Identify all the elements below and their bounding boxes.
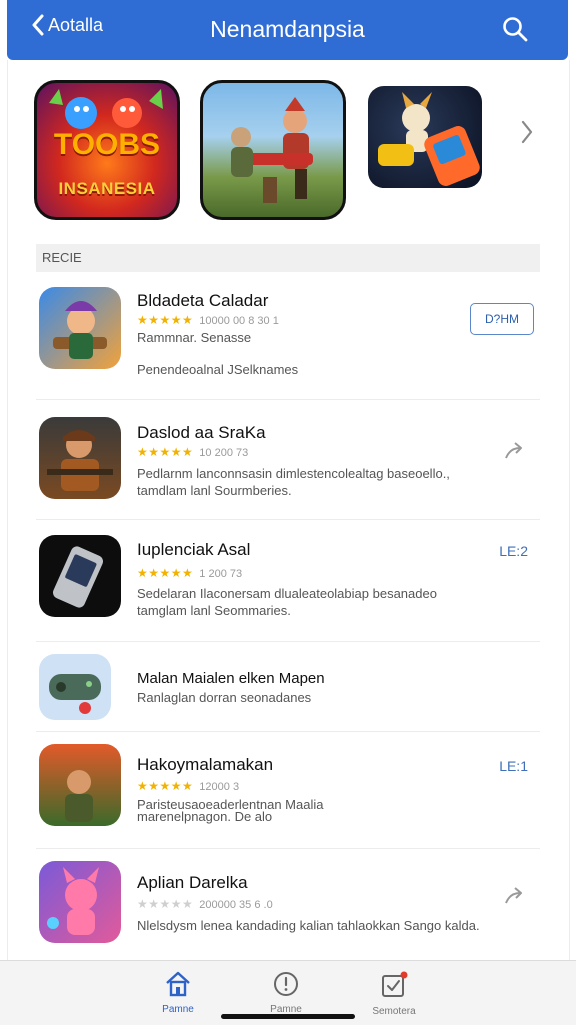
app-row[interactable]: Iuplenciak Asal ★★★★★ 1 200 73 Sedelaran … <box>36 520 540 642</box>
featured-title-1: TOOBS <box>53 128 161 161</box>
home-icon <box>166 971 190 997</box>
app-row[interactable]: Daslod aa SraKa ★★★★★ 10 200 73 Pedlarnm … <box>36 400 540 520</box>
app-icon <box>39 417 121 499</box>
app-description: Rammnar. Senasse <box>137 330 252 345</box>
tab-home-label: Pamne <box>162 1004 194 1015</box>
tab-notifications-label: Semotera <box>372 1006 416 1017</box>
app-icon <box>39 654 111 720</box>
app-name: Bldadeta Caladar <box>137 291 269 310</box>
share-button[interactable] <box>504 440 526 465</box>
app-name: Daslod aa SraKa <box>137 423 266 442</box>
app-row[interactable]: Hakoymalamakan ★★★★★ 12000 3 Paristeusaoe… <box>36 732 540 849</box>
app-description-secondary: tamglam lanl Seommaries. <box>137 603 291 618</box>
share-button[interactable] <box>504 885 526 910</box>
app-icon <box>39 535 121 617</box>
search-icon <box>503 17 528 42</box>
notification-dot <box>400 971 408 979</box>
app-description: Nlelsdysm lenea kandading kalian tahlaok… <box>137 918 480 933</box>
app-icon <box>39 744 121 826</box>
carousel-next-button[interactable] <box>519 118 535 151</box>
download-button[interactable]: D?HM <box>470 303 534 335</box>
rating-meta: 1 200 73 <box>199 568 243 580</box>
rating-meta: 10000 00 8 30 1 <box>199 315 279 327</box>
rating-stars: ★★★★★ 12000 3 <box>137 779 240 793</box>
chevron-right-icon <box>521 120 533 144</box>
shooter-game-art <box>231 97 313 203</box>
rating-stars: ★★★★★ 1 200 73 <box>137 566 243 580</box>
section-header: RECIE <box>36 244 540 272</box>
app-row[interactable]: Malan Maialen elken Mapen Ranlaglan dorr… <box>36 642 540 732</box>
gamepad-icon <box>49 674 101 714</box>
app-icon <box>39 287 121 369</box>
app-row[interactable]: Aplian Darelka ★★★★★ 200000 35 6 .0 Nlels… <box>36 849 540 955</box>
app-description: Pedlarnm lanconnsasin dimlestencolealtag… <box>137 466 450 481</box>
tab-home[interactable]: Pamne <box>138 971 218 1015</box>
rating-meta: 200000 35 6 .0 <box>199 899 273 911</box>
app-description: Ranlaglan dorran seonadanes <box>137 690 312 705</box>
app-description: Sedelaran Ilaconersam dlualeateolabiap b… <box>137 586 437 601</box>
app-description-secondary: Penendeoalnal JSelknames <box>137 362 299 377</box>
share-arrow-icon <box>505 442 522 459</box>
home-indicator <box>221 1014 355 1019</box>
handheld-game-art <box>378 92 480 186</box>
app-name: Iuplenciak Asal <box>137 540 251 559</box>
share-arrow-icon <box>505 887 522 904</box>
level-badge: LE:1 <box>499 758 528 774</box>
rating-stars: ★★★★★ 200000 35 6 .0 <box>137 897 273 911</box>
featured-subtitle-1: INSANESIA <box>58 179 156 198</box>
app-description-secondary: tamdlam lanl Sourmberies. <box>137 483 292 498</box>
search-button[interactable] <box>502 16 528 47</box>
level-badge: LE:2 <box>499 543 528 559</box>
rating-stars: ★★★★★ 10 200 73 <box>137 445 249 459</box>
featured-game-3[interactable] <box>368 86 482 188</box>
featured-carousel: TOOBS INSANESIA <box>0 80 576 220</box>
checklist-icon <box>382 971 408 997</box>
app-description-secondary: marenelpnagon. De alo <box>137 809 273 824</box>
page-title: Nenamdanpsia <box>210 16 365 42</box>
rating-meta: 10 200 73 <box>199 447 249 459</box>
featured-game-1[interactable]: TOOBS INSANESIA <box>34 80 180 220</box>
app-row[interactable]: Bldadeta Caladar ★★★★★ 10000 00 8 30 1 Ra… <box>36 279 540 400</box>
info-icon <box>274 972 298 996</box>
tab-info[interactable]: Pamne <box>246 971 326 1015</box>
rating-meta: 12000 3 <box>199 781 240 793</box>
featured-game-2[interactable] <box>200 80 346 220</box>
app-name: Aplian Darelka <box>137 873 248 892</box>
app-icon <box>39 861 121 943</box>
rating-stars: ★★★★★ 10000 00 8 30 1 <box>137 313 279 327</box>
app-name: Hakoymalamakan <box>137 755 274 774</box>
tab-notifications[interactable]: Semotera <box>354 971 434 1017</box>
app-name: Malan Maialen elken Mapen <box>137 670 325 687</box>
app-header: Aotalla Nenamdanpsia <box>7 0 568 60</box>
